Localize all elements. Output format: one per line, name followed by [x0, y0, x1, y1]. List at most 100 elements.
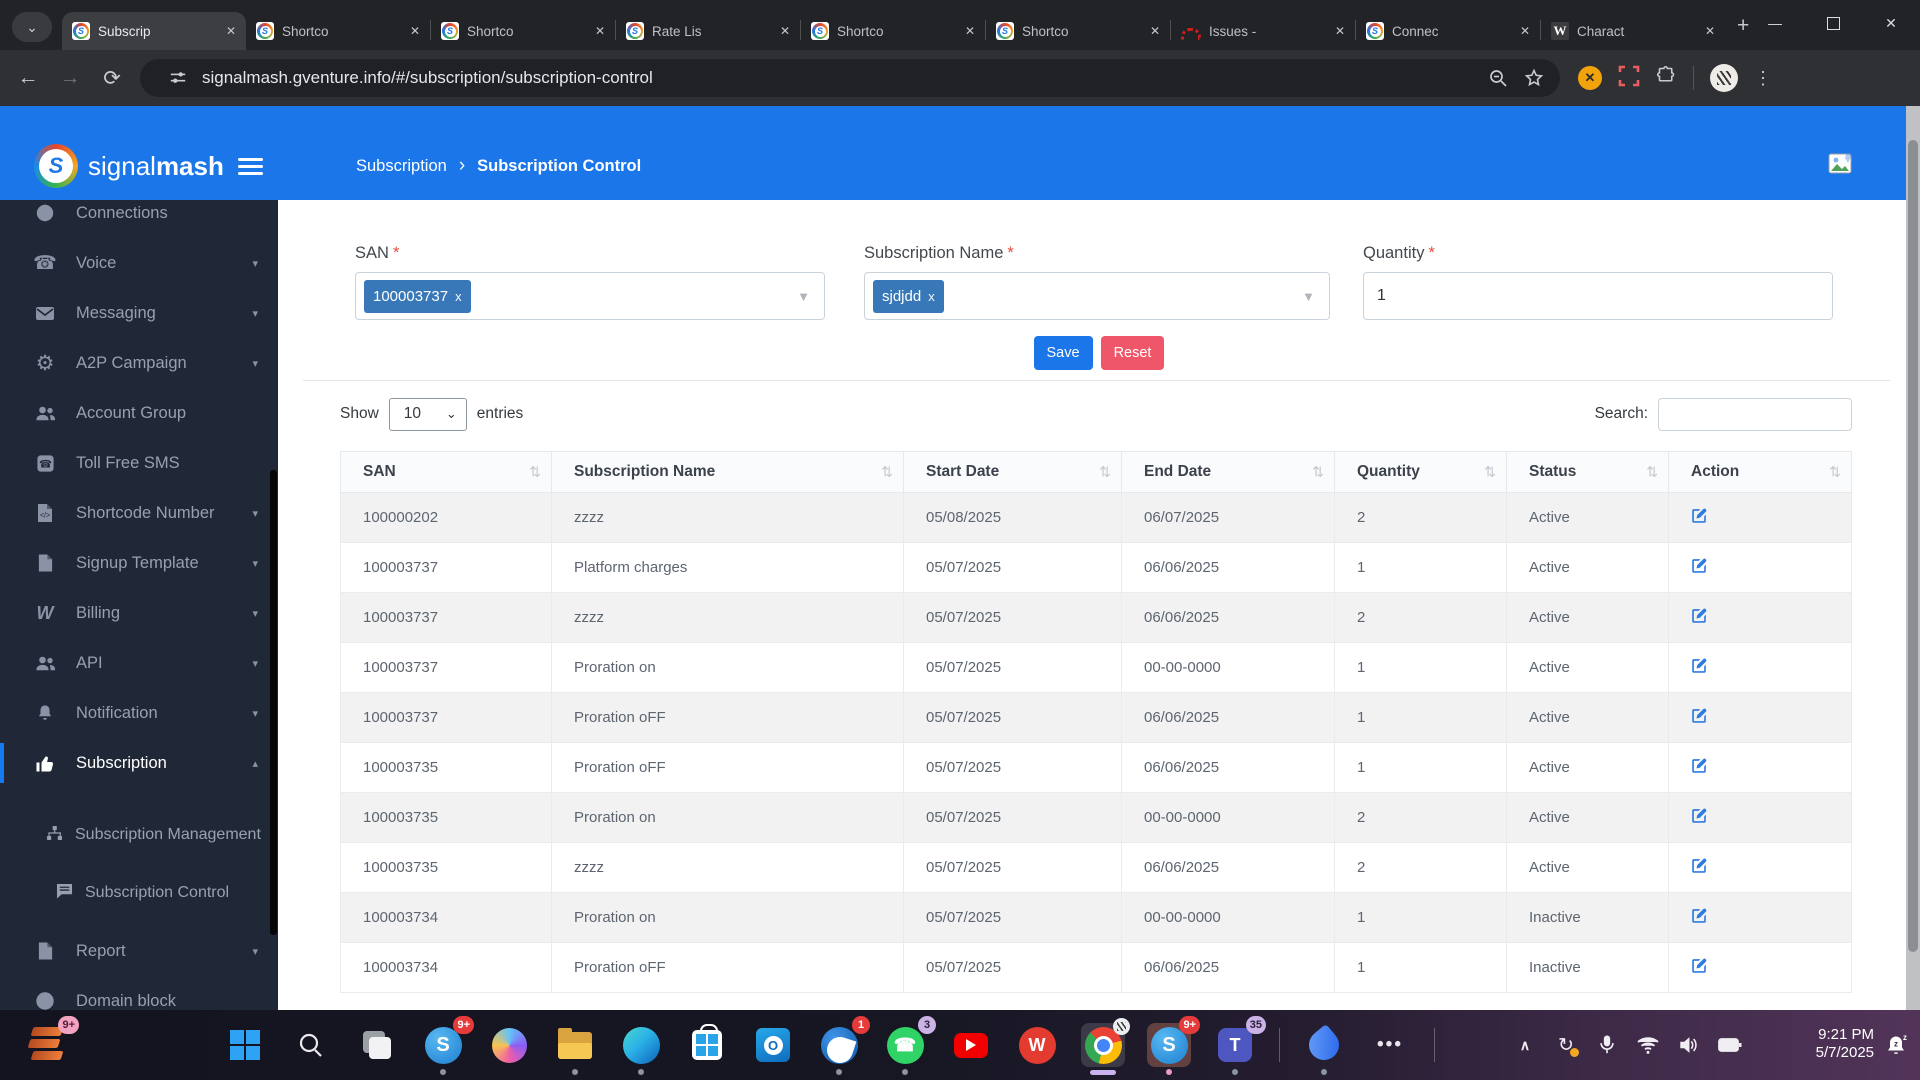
sidebar-item-messaging[interactable]: Messaging ▾	[0, 288, 278, 338]
sidebar-item-connections[interactable]: Connections	[0, 200, 278, 238]
taskbar-skype-app[interactable]: S 9+	[421, 1016, 474, 1075]
sort-icon[interactable]: ⇅	[1099, 464, 1111, 481]
taskbar-thunderbird-app[interactable]: 1	[817, 1016, 870, 1075]
tab-subscription[interactable]: Subscrip ✕	[62, 12, 246, 50]
sidebar-item-subscription-control[interactable]: Subscription Control	[0, 864, 278, 922]
maximize-button[interactable]	[1804, 0, 1862, 46]
bookmark-star-icon[interactable]	[1522, 66, 1546, 90]
edit-icon[interactable]	[1691, 907, 1708, 924]
header-end-date[interactable]: End Date ⇅	[1121, 451, 1335, 493]
sort-icon[interactable]: ⇅	[881, 464, 893, 481]
taskbar-whatsapp-app[interactable]: ☎ 3	[883, 1016, 936, 1075]
signalmash-logo-icon[interactable]	[34, 144, 78, 188]
sort-icon[interactable]: ⇅	[1829, 464, 1841, 481]
extension-screenshot-icon[interactable]	[1618, 65, 1640, 92]
taskbar-clock[interactable]: 9:21 PM 5/7/2025	[1816, 1026, 1874, 1062]
address-bar[interactable]: signalmash.gventure.info/#/subscription/…	[140, 59, 1560, 97]
page-scrollbar-thumb[interactable]	[1908, 140, 1918, 952]
sort-icon[interactable]: ⇅	[1312, 464, 1324, 481]
sidebar-item-a2p-campaign[interactable]: ⚙ A2P Campaign ▾	[0, 338, 278, 388]
url-text[interactable]: signalmash.gventure.info/#/subscription/…	[202, 68, 653, 88]
sort-icon[interactable]: ⇅	[529, 464, 541, 481]
sidebar-item-api[interactable]: API ▾	[0, 638, 278, 688]
sidebar-item-account-group[interactable]: Account Group	[0, 388, 278, 438]
close-button[interactable]: ✕	[1862, 0, 1920, 46]
taskbar-outlook-app[interactable]: O	[751, 1023, 795, 1067]
extensions-puzzle-icon[interactable]	[1656, 65, 1677, 91]
page-size-select[interactable]: 10 ⌄	[388, 397, 467, 431]
tray-microphone-icon[interactable]	[1594, 1032, 1620, 1058]
edit-icon[interactable]	[1691, 957, 1708, 974]
taskbar-wps-app[interactable]: W	[1015, 1023, 1059, 1067]
tab-close-icon[interactable]: ✕	[1701, 22, 1719, 40]
taskbar-pinned-stack-app[interactable]: 9+	[26, 1016, 79, 1067]
tab-shortcode-2[interactable]: Shortco ✕	[431, 12, 615, 50]
header-san[interactable]: SAN ⇅	[340, 451, 552, 493]
tab-close-icon[interactable]: ✕	[1331, 22, 1349, 40]
taskbar-edge-app[interactable]	[619, 1023, 663, 1075]
edit-icon[interactable]	[1691, 507, 1708, 524]
tray-sync-icon[interactable]: ↻	[1553, 1032, 1579, 1058]
san-select[interactable]: 100003737 x ▼	[355, 272, 825, 320]
notification-bell-icon[interactable]: zz	[1884, 1032, 1912, 1060]
breadcrumb-parent[interactable]: Subscription	[356, 157, 447, 176]
tab-close-icon[interactable]: ✕	[406, 22, 424, 40]
task-view-button[interactable]	[355, 1023, 399, 1067]
site-settings-icon[interactable]	[166, 66, 190, 90]
tab-characters[interactable]: W Charact ✕	[1541, 12, 1725, 50]
taskbar-chrome-app[interactable]	[1081, 1018, 1130, 1075]
quantity-input[interactable]	[1364, 273, 1832, 319]
sidebar-item-voice[interactable]: ☎ Voice ▾	[0, 238, 278, 288]
sidebar-item-subscription-management[interactable]: Subscription Management	[0, 806, 278, 864]
tab-shortcode-3[interactable]: Shortco ✕	[801, 12, 985, 50]
reload-button[interactable]: ⟳	[98, 64, 126, 92]
zoom-out-icon[interactable]	[1486, 66, 1510, 90]
edit-icon[interactable]	[1691, 607, 1708, 624]
tab-rate-list[interactable]: Rate Lis ✕	[616, 12, 800, 50]
subscription-name-select[interactable]: sjdjdd x ▼	[864, 272, 1330, 320]
header-start-date[interactable]: Start Date ⇅	[903, 451, 1122, 493]
tab-close-icon[interactable]: ✕	[591, 22, 609, 40]
taskbar-microsoft-store-app[interactable]	[685, 1023, 729, 1067]
forward-button[interactable]: →	[56, 64, 84, 92]
header-subscription-name[interactable]: Subscription Name ⇅	[551, 451, 904, 493]
sidebar-item-notification[interactable]: Notification ▾	[0, 688, 278, 738]
sort-icon[interactable]: ⇅	[1484, 464, 1496, 481]
sidebar-item-billing[interactable]: W Billing ▾	[0, 588, 278, 638]
edit-icon[interactable]	[1691, 557, 1708, 574]
tab-shortcode-4[interactable]: Shortco ✕	[986, 12, 1170, 50]
page-scrollbar[interactable]	[1906, 106, 1920, 1010]
profile-avatar[interactable]	[1710, 64, 1738, 92]
tab-close-icon[interactable]: ✕	[222, 22, 240, 40]
tray-chevron-up-icon[interactable]: ∧	[1512, 1032, 1538, 1058]
tab-issues[interactable]: Issues - ✕	[1171, 12, 1355, 50]
tab-close-icon[interactable]: ✕	[1146, 22, 1164, 40]
back-button[interactable]: ←	[14, 64, 42, 92]
tab-close-icon[interactable]: ✕	[1516, 22, 1534, 40]
brand-name[interactable]: signalmash	[88, 151, 224, 182]
browser-menu-icon[interactable]: ⋮	[1754, 68, 1773, 89]
taskbar-dolphin-app[interactable]	[1302, 1023, 1346, 1075]
header-action[interactable]: Action ⇅	[1668, 451, 1852, 493]
tab-close-icon[interactable]: ✕	[776, 22, 794, 40]
sidebar-item-signup-template[interactable]: Signup Template ▾	[0, 538, 278, 588]
sidebar-item-subscription[interactable]: Subscription ▴	[0, 738, 278, 788]
sort-icon[interactable]: ⇅	[1646, 464, 1658, 481]
extension-orange-icon[interactable]: ✕	[1578, 66, 1602, 90]
edit-icon[interactable]	[1691, 657, 1708, 674]
tag-remove-icon[interactable]: x	[928, 289, 935, 304]
tray-battery-icon[interactable]	[1717, 1032, 1743, 1058]
tab-search-button[interactable]: ⌄	[12, 12, 52, 42]
tab-connections[interactable]: Connec ✕	[1356, 12, 1540, 50]
sidebar-scrollbar[interactable]	[270, 470, 277, 935]
tab-shortcode-1[interactable]: Shortco ✕	[246, 12, 430, 50]
taskbar-overflow-button[interactable]: •••	[1368, 1023, 1412, 1067]
tray-wifi-icon[interactable]	[1635, 1032, 1661, 1058]
reset-button[interactable]: Reset	[1100, 336, 1165, 370]
taskbar-youtube-app[interactable]	[949, 1023, 993, 1067]
sidebar-item-toll-free-sms[interactable]: ☎ Toll Free SMS	[0, 438, 278, 488]
broken-image-icon[interactable]	[1828, 153, 1854, 180]
minimize-button[interactable]: —	[1746, 0, 1804, 46]
edit-icon[interactable]	[1691, 807, 1708, 824]
taskbar-teams-app[interactable]: T 35	[1213, 1016, 1266, 1075]
